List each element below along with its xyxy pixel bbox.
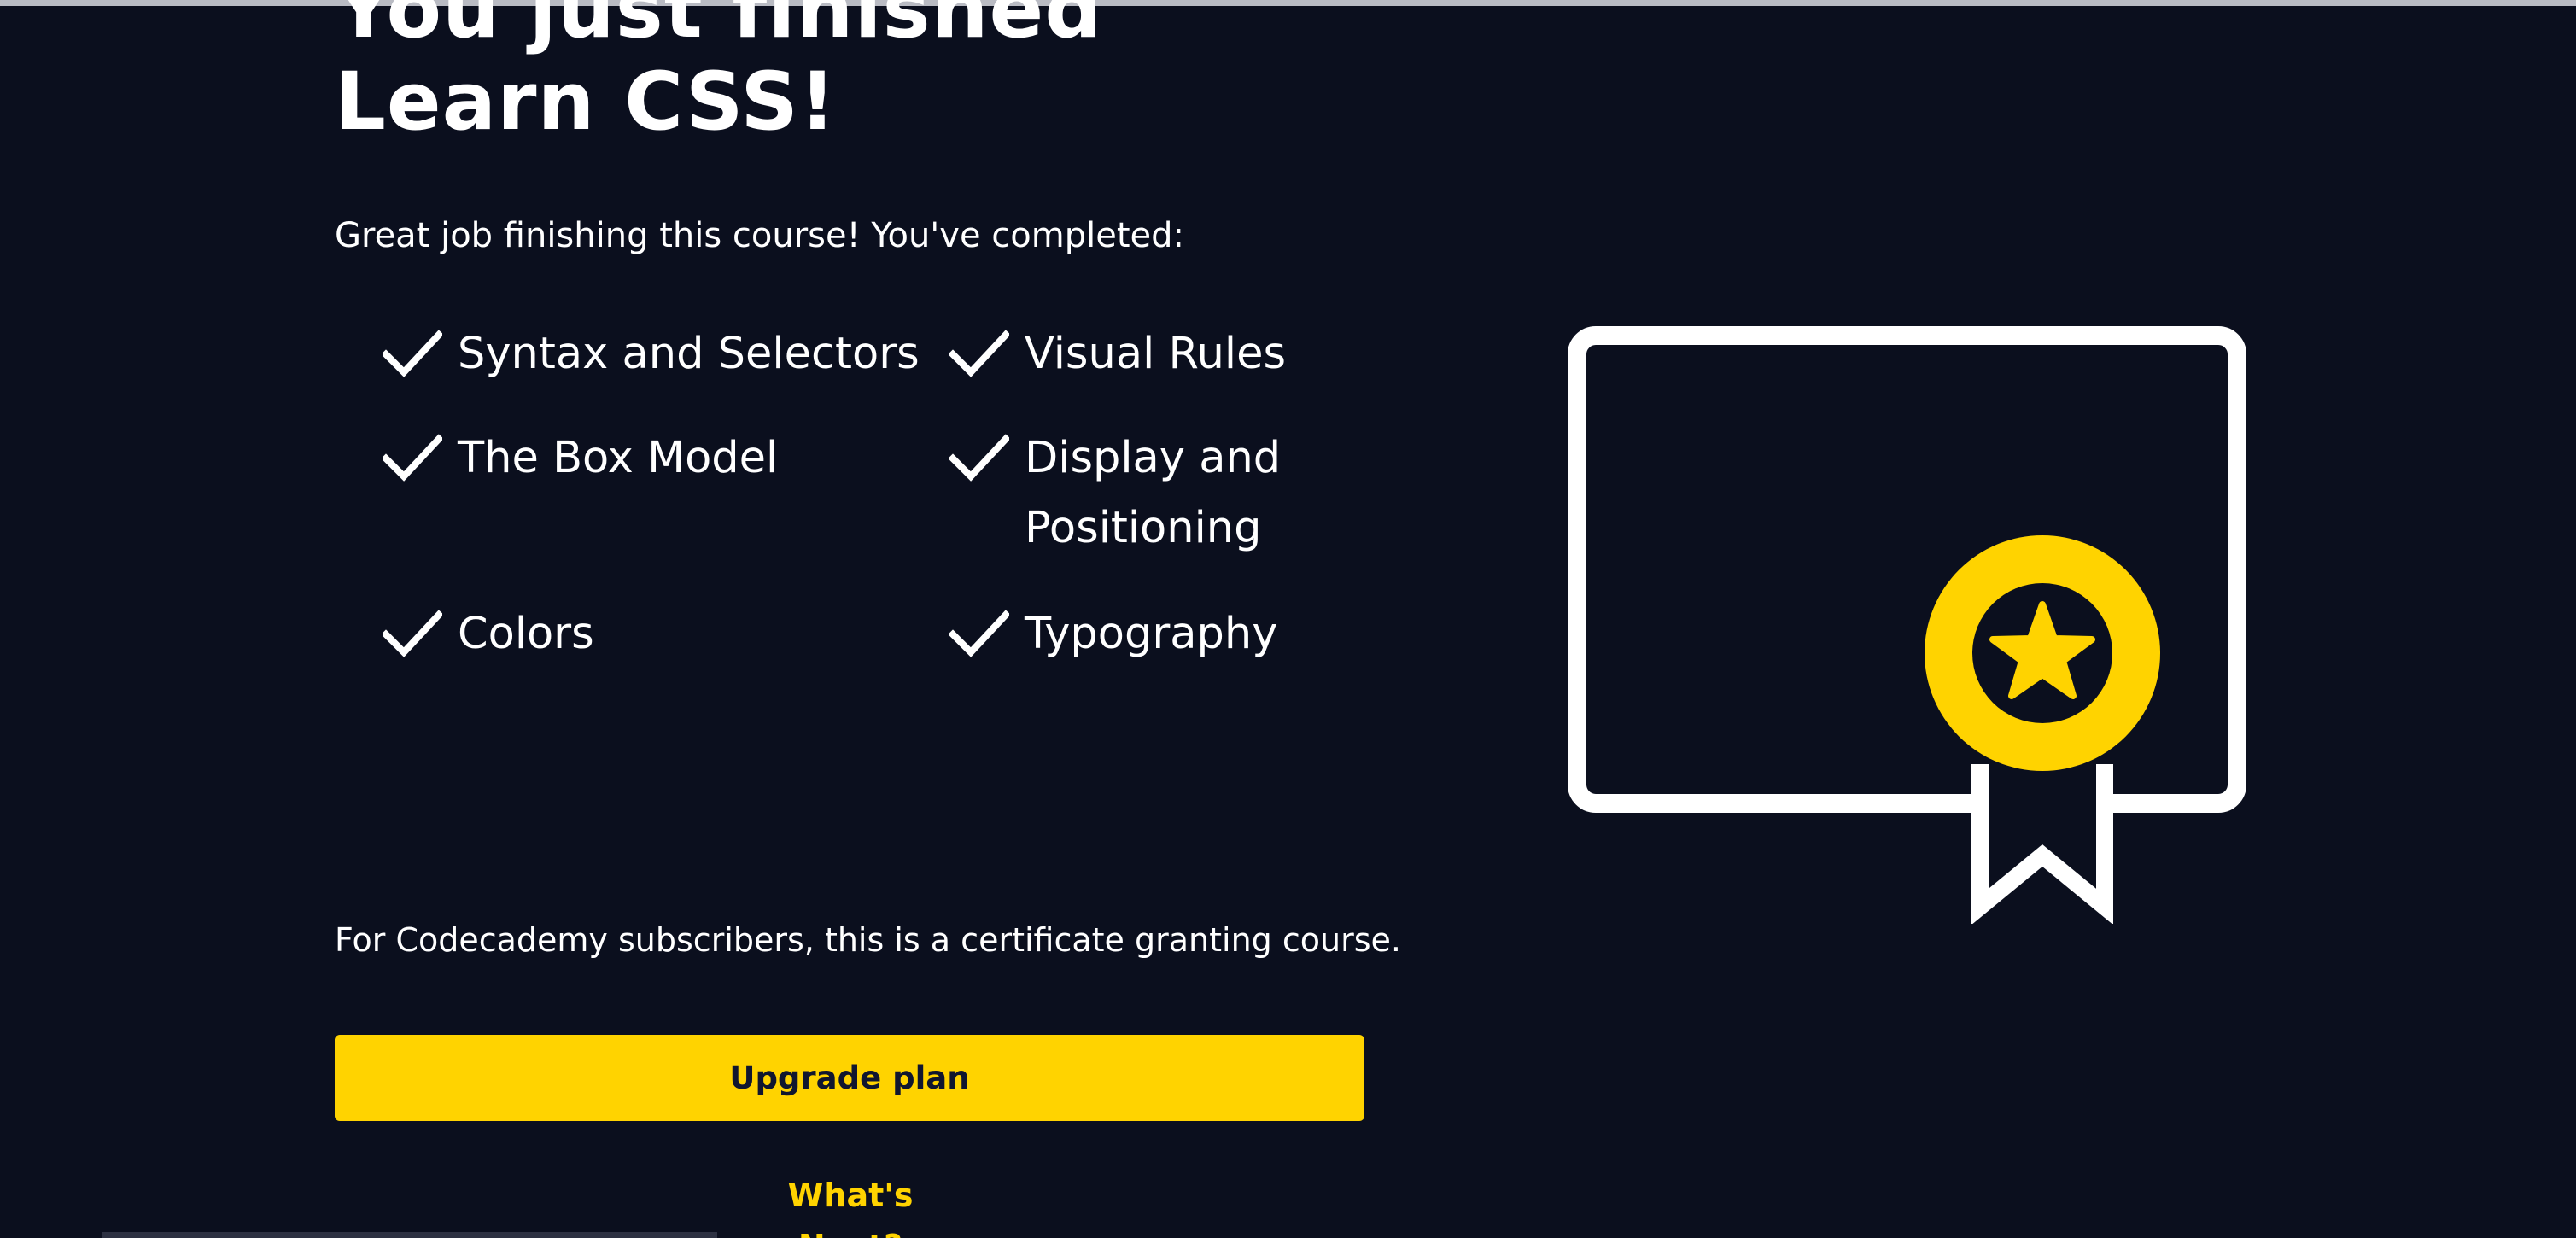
horizontal-scrollbar[interactable] — [102, 1232, 717, 1238]
topic-colors: Colors — [383, 608, 594, 669]
topic-label: The Box Model — [458, 433, 779, 483]
topic-label: Typography — [1025, 609, 1278, 659]
check-icon — [949, 434, 1009, 482]
topic-visual-rules: Visual Rules — [949, 328, 1286, 389]
certificate-icon — [1568, 326, 2246, 924]
check-icon — [383, 610, 442, 657]
check-icon — [949, 330, 1009, 377]
completion-title: You just finished Learn CSS! — [335, 0, 1530, 149]
award-ribbon-icon — [1971, 764, 2113, 924]
check-icon — [383, 434, 442, 482]
completion-title-line-1: You just finished — [335, 0, 1103, 56]
course-completion-page: You just finished Learn CSS! Great job f… — [0, 0, 2576, 1238]
whats-next-link[interactable]: What's Next? — [748, 1170, 953, 1238]
check-icon — [383, 330, 442, 377]
topic-syntax-and-selectors: Syntax and Selectors — [383, 328, 920, 389]
topic-the-box-model: The Box Model — [383, 432, 778, 493]
subscriber-certificate-note: For Codecademy subscribers, this is a ce… — [335, 921, 1401, 959]
topic-label: Colors — [458, 609, 594, 659]
completed-topics-list: Syntax and Selectors Visual Rules The Bo… — [383, 324, 1441, 683]
topic-label: Syntax and Selectors — [458, 329, 920, 379]
completion-title-line-2: Learn CSS! — [335, 55, 837, 149]
topic-display-and-positioning: Display and Positioning — [949, 432, 1306, 564]
upgrade-plan-button[interactable]: Upgrade plan — [335, 1035, 1364, 1121]
completion-intro: Great job finishing this course! You've … — [335, 216, 1184, 255]
topic-label: Visual Rules — [1025, 329, 1287, 379]
topic-label: Display and Positioning — [1025, 433, 1282, 553]
check-icon — [949, 610, 1009, 657]
topic-typography: Typography — [949, 608, 1277, 669]
